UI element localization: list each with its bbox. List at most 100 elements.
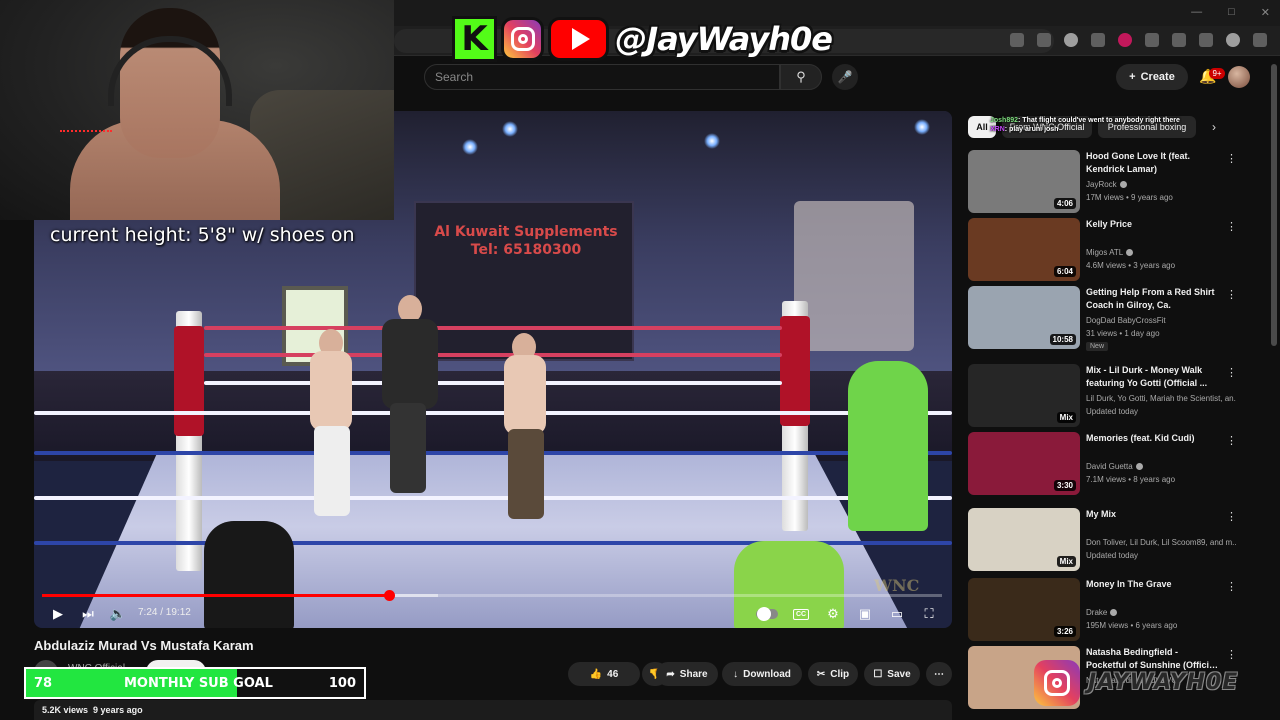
duration-badge: Mix (1056, 412, 1076, 423)
clip-button[interactable]: ✂ Clip (808, 662, 858, 686)
sub-goal-target: 100 (328, 676, 356, 691)
more-options-icon[interactable]: ⋮ (1226, 434, 1237, 447)
menu-icon[interactable] (1253, 33, 1267, 47)
more-options-icon[interactable]: ⋮ (1226, 288, 1237, 301)
more-options-icon[interactable]: ⋮ (1226, 648, 1237, 661)
theater-mode-button[interactable]: ▭ (886, 604, 908, 624)
create-button[interactable]: + Create (1116, 64, 1188, 90)
verified-icon (1119, 181, 1127, 189)
recommendation-title[interactable]: Memories (feat. Kid Cudi) (1086, 432, 1220, 445)
recommendation-thumbnail[interactable]: 6:04 (968, 218, 1080, 281)
recommendation-thumbnail[interactable]: 3:26 (968, 578, 1080, 641)
overlay-handle: JAYWAYH0E (1088, 670, 1239, 695)
progress-bar[interactable] (42, 590, 942, 601)
duration-badge: 10:58 (1049, 334, 1076, 345)
extension-icon[interactable] (1091, 33, 1105, 47)
more-options-icon[interactable]: ⋮ (1226, 580, 1237, 593)
mute-button[interactable]: 🔈 (108, 604, 128, 624)
ring-rope (34, 451, 952, 455)
recommendation-thumbnail[interactable]: 3:30 (968, 432, 1080, 495)
recommendation-meta: 195M views • 6 years ago (1086, 621, 1178, 630)
chevron-right-icon[interactable]: › (1212, 120, 1216, 134)
recommendation-thumbnail[interactable]: 10:58 (968, 286, 1080, 349)
more-actions-button[interactable]: ⋯ (926, 662, 952, 686)
duration-badge: 6:04 (1053, 266, 1076, 277)
settings-button[interactable]: ⚙ (822, 604, 844, 624)
cast-icon[interactable] (1010, 33, 1024, 47)
ring-post-pad (780, 316, 810, 426)
autoplay-toggle[interactable] (754, 604, 780, 624)
more-options-icon[interactable]: ⋮ (1226, 366, 1237, 379)
extension-icon[interactable] (1064, 33, 1078, 47)
ring-rope (204, 326, 782, 330)
miniplayer-button[interactable]: ▣ (854, 604, 876, 624)
recommendation-thumbnail[interactable]: 4:06 (968, 150, 1080, 213)
save-button[interactable]: ☐ Save (864, 662, 920, 686)
side-panel-icon[interactable] (1172, 33, 1186, 47)
download-button[interactable]: ↓ Download (722, 662, 802, 686)
window-controls: — □ ✕ (1191, 6, 1270, 19)
recommendation-item[interactable]: 10:58 Getting Help From a Red Shirt Coach… (968, 286, 1240, 352)
more-options-icon[interactable]: ⋮ (1226, 152, 1237, 165)
new-badge: New (1086, 342, 1109, 351)
progress-scrubber[interactable] (383, 590, 395, 601)
captions-button[interactable]: CC (790, 604, 812, 624)
recommendation-item[interactable]: 4:06 Hood Gone Love It (feat. Kendrick La… (968, 150, 1240, 216)
search-input[interactable]: Search (424, 64, 780, 90)
recommendation-title[interactable]: Money In The Grave (1086, 578, 1220, 591)
recommendation-meta: 17M views • 9 years ago (1086, 193, 1173, 202)
recommendation-title[interactable]: My Mix (1086, 508, 1220, 521)
recommendation-title[interactable]: Getting Help From a Red Shirt Coach in G… (1086, 286, 1220, 312)
download-icon: ↓ (733, 668, 739, 680)
fullscreen-button[interactable]: ⛶ (918, 604, 940, 624)
recommendation-title[interactable]: Kelly Price (1086, 218, 1220, 231)
close-icon[interactable]: ✕ (1261, 6, 1270, 19)
search-icon: ⚲ (796, 69, 806, 84)
recommendation-item[interactable]: Mix Mix - Lil Durk - Money Walk featuring… (968, 364, 1240, 430)
captions-icon: CC (792, 608, 810, 620)
verified-icon (1126, 249, 1134, 257)
recommendation-title[interactable]: Natasha Bedingfield - Pocketful of Sunsh… (1086, 646, 1220, 672)
download-label: Download (743, 668, 791, 680)
scrollbar[interactable] (1271, 64, 1277, 346)
recommendation-title[interactable]: Hood Gone Love It (feat. Kendrick Lamar) (1086, 150, 1220, 176)
gear-icon: ⚙ (827, 606, 839, 621)
minimize-icon[interactable]: — (1191, 6, 1202, 19)
miniplayer-icon: ▣ (858, 606, 872, 621)
recommendation-item[interactable]: 3:26 Money In The Grave Drake 195M views • … (968, 578, 1240, 644)
description-box[interactable]: 5.2K views 9 years ago (34, 700, 952, 720)
extension-icon[interactable] (1118, 33, 1132, 47)
maximize-icon[interactable]: □ (1228, 6, 1235, 19)
like-button[interactable]: 👍 46 (568, 662, 640, 686)
extensions-puzzle-icon[interactable] (1145, 33, 1159, 47)
verified-icon (1110, 609, 1118, 617)
recommendation-channel: Don Toliver, Lil Durk, Lil Scoom89, and … (1086, 538, 1236, 547)
share-button[interactable]: ➦ Share (656, 662, 718, 686)
more-options-icon[interactable]: ⋮ (1226, 510, 1237, 523)
recommendation-item[interactable]: Mix My Mix Don Toliver, Lil Durk, Lil Scoo… (968, 508, 1240, 574)
clip-label: Clip (830, 668, 850, 680)
kick-logo: K (452, 16, 498, 62)
recommendation-title[interactable]: Mix - Lil Durk - Money Walk featuring Yo… (1086, 364, 1220, 390)
cameraman (848, 361, 928, 531)
recommendation-item[interactable]: 6:04 Kelly Price Migos ATL 4.6M views • 3 y… (968, 218, 1240, 284)
search-button[interactable]: ⚲ (780, 64, 822, 90)
height-caption: current height: 5'8" w/ shoes on (50, 224, 355, 246)
instagram-icon (1034, 660, 1080, 706)
recommendation-thumbnail[interactable]: Mix (968, 508, 1080, 571)
account-avatar[interactable] (1228, 66, 1250, 88)
play-button[interactable]: ▶ (48, 604, 68, 624)
recommendation-channel: David Guetta (1086, 462, 1236, 471)
more-options-icon[interactable]: ⋮ (1226, 220, 1237, 233)
recommendation-item[interactable]: 3:30 Memories (feat. Kid Cudi) David Guett… (968, 432, 1240, 498)
chat-overlay: Josh892: That flight could've went to an… (990, 116, 1210, 134)
ring-rope (204, 353, 782, 357)
volume-icon: 🔈 (109, 606, 127, 621)
bookmark-star-icon[interactable] (1037, 33, 1051, 47)
theater-icon: ▭ (890, 606, 904, 621)
recommendation-thumbnail[interactable]: Mix (968, 364, 1080, 427)
reading-list-icon[interactable] (1199, 33, 1213, 47)
profile-icon[interactable] (1226, 33, 1240, 47)
voice-search-button[interactable]: 🎤 (832, 64, 858, 90)
next-button[interactable]: ⏭ (78, 604, 98, 624)
